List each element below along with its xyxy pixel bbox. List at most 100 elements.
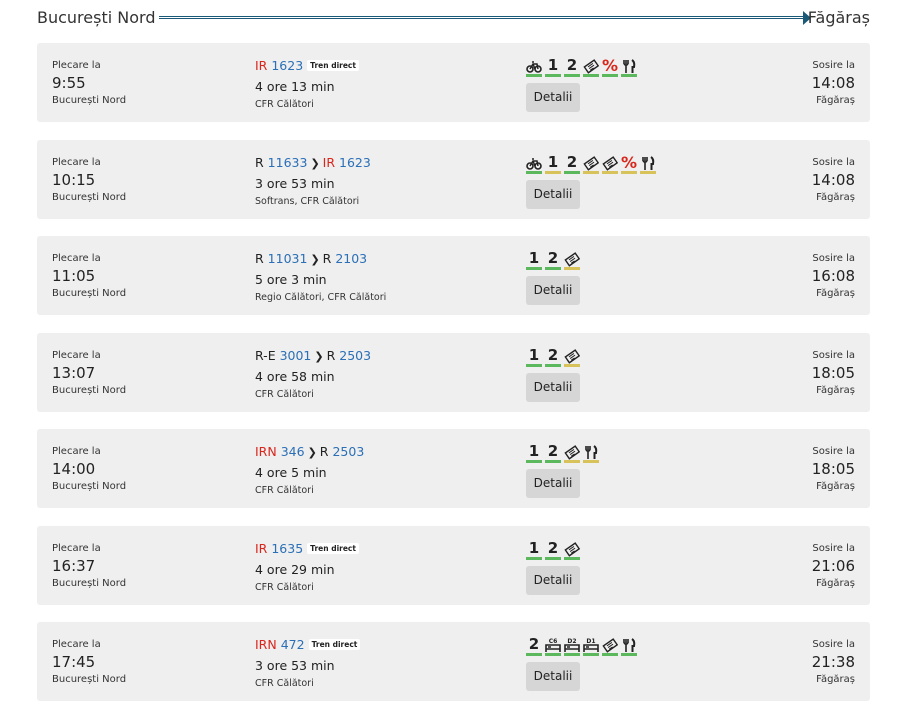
- train-numbers: IRN 472 Tren direct: [255, 637, 361, 653]
- arrival-time: 16:08: [811, 267, 855, 285]
- departure-time: 16:37: [52, 556, 96, 575]
- train-number-link[interactable]: 11633: [268, 155, 308, 170]
- train-info: R 11633 ❯ IR 1623 3 ore 53 min Softrans, CFR…: [255, 155, 371, 207]
- connection-chevron-icon: ❯: [310, 156, 320, 170]
- train-number-link[interactable]: 346: [281, 444, 305, 459]
- bicycle-icon: [526, 154, 542, 174]
- discount-icon: %: [621, 152, 638, 174]
- arrival-time: 21:06: [811, 556, 855, 575]
- second-class-icon: 2: [545, 346, 561, 367]
- departure-block: Plecare la 13:07 București Nord: [52, 350, 126, 396]
- departure-label: Plecare la: [52, 542, 101, 554]
- train-info: R-E 3001 ❯ R 2503 4 ore 58 min CFR Călători: [255, 348, 371, 400]
- train-number-link[interactable]: 1623: [271, 58, 303, 73]
- departure-block: Plecare la 16:37 București Nord: [52, 543, 126, 589]
- train-operator: CFR Călători: [255, 99, 314, 110]
- first-class-icon: 1: [526, 443, 542, 463]
- departure-label: Plecare la: [52, 60, 101, 71]
- services-list: 1 2%: [526, 153, 659, 174]
- arrival-time: 14:08: [811, 74, 855, 92]
- details-button[interactable]: Detalii: [526, 662, 580, 691]
- route-destination: Făgăraș: [807, 8, 870, 27]
- arrival-station: Făgăraș: [816, 577, 855, 589]
- second-class-icon: 2: [526, 636, 542, 656]
- arrival-label: Sosire la: [812, 542, 855, 554]
- train-numbers: IR 1623 Tren direct: [255, 58, 359, 74]
- train-number-link[interactable]: 472: [281, 637, 305, 652]
- details-button[interactable]: Detalii: [526, 83, 580, 112]
- departure-block: Plecare la 10:15 București Nord: [52, 157, 126, 203]
- sleeper-d2-icon: D2: [564, 636, 580, 656]
- train-category: R: [322, 251, 332, 266]
- departure-station: București Nord: [52, 384, 127, 396]
- services-list: 12: [526, 442, 602, 463]
- details-button[interactable]: Detalii: [526, 276, 580, 305]
- ticket-icon: [583, 154, 599, 174]
- details-button[interactable]: Detalii: [526, 469, 580, 498]
- train-number-link[interactable]: 2503: [332, 444, 364, 459]
- ticket-icon: [564, 250, 580, 270]
- restaurant-icon: [621, 636, 637, 656]
- train-info: R 11031 ❯ R 2103 5 ore 3 min Regio Călători,…: [255, 251, 386, 303]
- departure-block: Plecare la 14:00 București Nord: [52, 446, 126, 492]
- departure-label: Plecare la: [52, 156, 101, 168]
- train-operator: Softrans, CFR Călători: [255, 195, 360, 207]
- ticket-icon: [564, 443, 580, 463]
- train-category: R: [326, 347, 336, 363]
- train-operator: Regio Călători, CFR Călători: [255, 292, 387, 303]
- train-card: Plecare la 16:37 București Nord IR 1635 Tren…: [37, 525, 870, 605]
- train-info: IRN 472 Tren direct 3 ore 53 min CFR Călăto…: [255, 637, 361, 689]
- details-button[interactable]: Detalii: [526, 179, 580, 209]
- trip-duration: 3 ore 53 min: [255, 658, 335, 673]
- arrival-station: Făgăraș: [816, 95, 855, 106]
- train-operator: CFR Călători: [255, 485, 314, 496]
- departure-station: București Nord: [52, 577, 127, 589]
- train-number-link[interactable]: 2503: [339, 348, 371, 363]
- direct-train-badge: Tren direct: [307, 60, 359, 71]
- train-card: Plecare la 11:05 București Nord R 11031 ❯ R 2…: [37, 236, 870, 315]
- arrival-time: 18:05: [811, 363, 855, 382]
- train-number-link[interactable]: 3001: [280, 348, 312, 363]
- arrival-label: Sosire la: [812, 349, 855, 361]
- restaurant-icon: [583, 443, 599, 463]
- first-class-icon: 1: [526, 539, 542, 560]
- train-numbers: IRN 346 ❯ R 2503: [255, 444, 364, 460]
- details-button[interactable]: Detalii: [526, 372, 580, 402]
- arrival-station: Făgăraș: [816, 384, 855, 396]
- departure-time: 17:45: [52, 653, 96, 671]
- train-info: IRN 346 ❯ R 2503 4 ore 5 min CFR Călători: [255, 444, 364, 496]
- arrival-station: Făgăraș: [816, 481, 855, 492]
- departure-station: București Nord: [52, 191, 127, 203]
- departure-block: Plecare la 9:55 București Nord: [52, 60, 126, 106]
- trip-duration: 3 ore 53 min: [255, 175, 335, 191]
- train-number-link[interactable]: 1623: [339, 155, 371, 170]
- train-number-link[interactable]: 11031: [268, 251, 308, 266]
- train-number-link[interactable]: 1635: [271, 541, 303, 556]
- bicycle-icon: [526, 57, 542, 77]
- arrival-label: Sosire la: [812, 156, 855, 168]
- train-card: Plecare la 9:55 București Nord IR 1623 Tren …: [37, 43, 870, 122]
- svg-text:D1: D1: [586, 638, 595, 645]
- train-category: R: [319, 444, 329, 459]
- arrival-station: Făgăraș: [816, 288, 855, 299]
- ticket-icon: [564, 347, 580, 367]
- train-info: IR 1635 Tren direct 4 ore 29 min CFR Călăto…: [255, 541, 359, 593]
- train-category: IRN: [255, 637, 277, 652]
- route-line: [159, 16, 803, 19]
- arrival-time: 14:08: [811, 170, 855, 189]
- departure-label: Plecare la: [52, 446, 101, 457]
- arrival-block: Sosire la 16:08 Făgăraș: [812, 253, 855, 299]
- direct-train-badge: Tren direct: [307, 542, 359, 554]
- arrival-label: Sosire la: [812, 639, 855, 650]
- train-number-link[interactable]: 2103: [335, 251, 367, 266]
- train-operator: CFR Călători: [255, 678, 314, 689]
- discount-icon: %: [602, 56, 619, 77]
- first-class-icon: 1: [545, 153, 561, 174]
- train-numbers: R 11633 ❯ IR 1623: [255, 155, 371, 171]
- restaurant-icon: [621, 57, 637, 77]
- services-list: 12: [526, 346, 583, 367]
- arrival-label: Sosire la: [812, 446, 855, 457]
- arrival-block: Sosire la 21:06 Făgăraș: [812, 543, 855, 589]
- svg-text:C6: C6: [549, 638, 558, 645]
- details-button[interactable]: Detalii: [526, 565, 580, 595]
